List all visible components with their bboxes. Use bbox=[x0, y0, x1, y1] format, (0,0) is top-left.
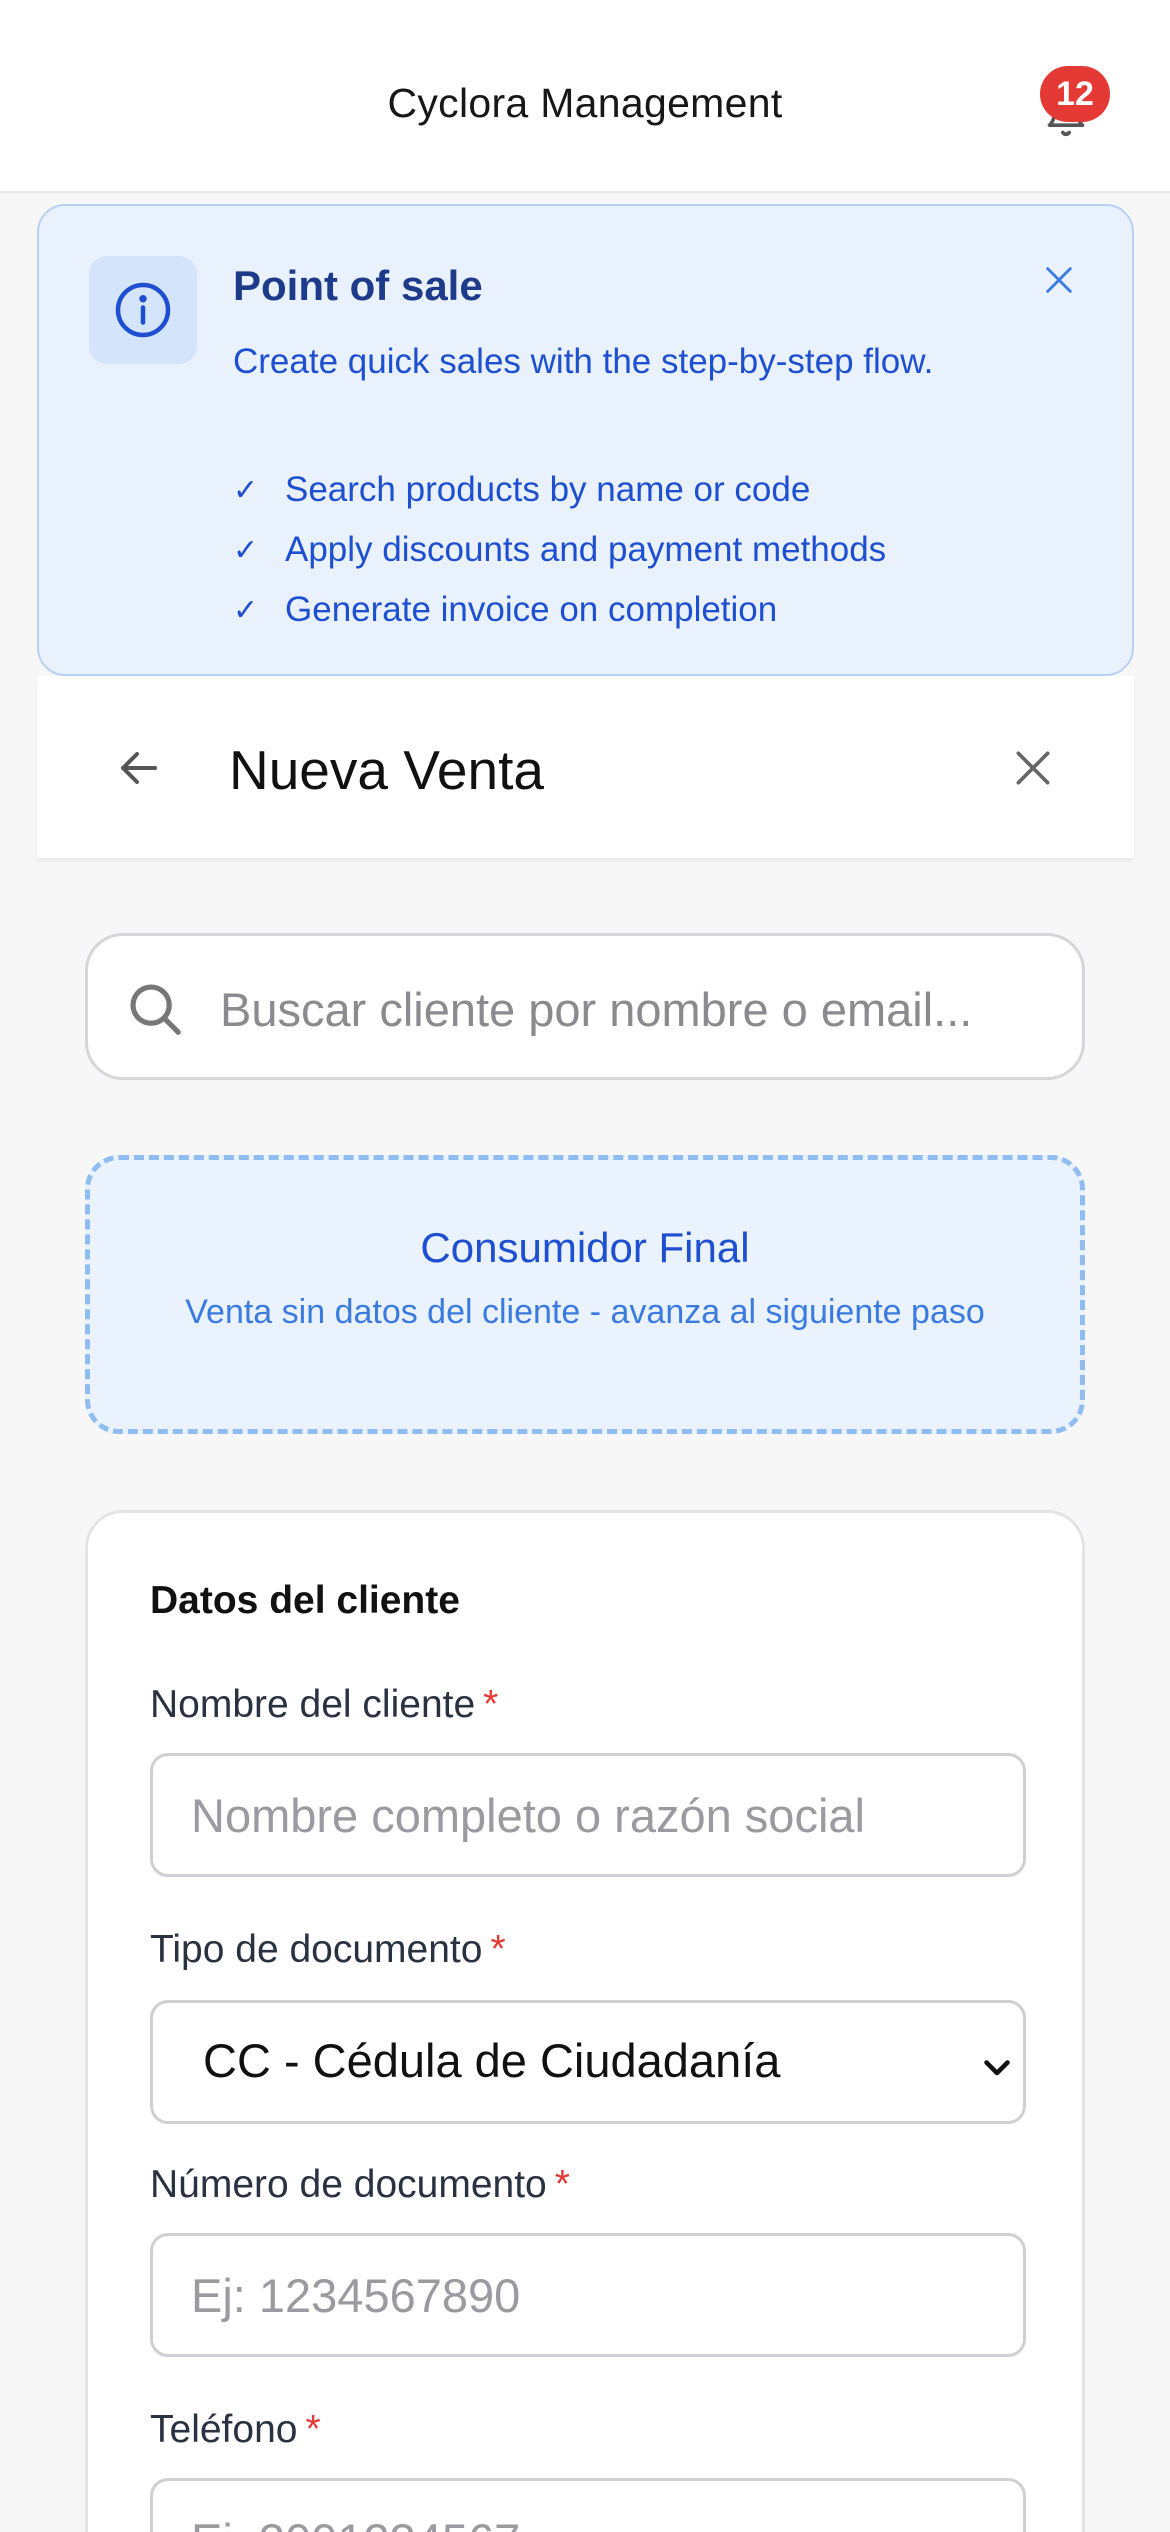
phone-input[interactable] bbox=[150, 2478, 1026, 2532]
doc-type-label: Tipo de documento * bbox=[150, 1928, 506, 1972]
top-bar: Cyclora Management 12 bbox=[0, 0, 1170, 193]
doc-type-value: CC - Cédula de Ciudadanía bbox=[203, 2034, 781, 2087]
notification-badge: 12 bbox=[1040, 66, 1110, 122]
client-name-input[interactable] bbox=[150, 1753, 1026, 1877]
doc-number-input[interactable] bbox=[150, 2233, 1026, 2357]
banner-description: Create quick sales with the step-by-step… bbox=[233, 342, 934, 381]
info-icon-box bbox=[89, 256, 197, 364]
close-icon bbox=[1046, 267, 1072, 293]
client-name-label-text: Nombre del cliente bbox=[150, 1683, 476, 1726]
banner-feature-list: ✓ Search products by name or code ✓ Appl… bbox=[233, 460, 886, 640]
required-mark: * bbox=[483, 1683, 499, 1726]
client-name-label: Nombre del cliente * bbox=[150, 1683, 498, 1727]
back-button[interactable] bbox=[107, 736, 171, 800]
client-data-card: Datos del cliente Nombre del cliente* Ti… bbox=[85, 1510, 1085, 2532]
page-title: Nueva Venta bbox=[229, 739, 544, 801]
check-icon: ✓ bbox=[233, 473, 259, 507]
close-sale-button[interactable] bbox=[1001, 736, 1065, 800]
section-title: Datos del cliente bbox=[150, 1579, 460, 1622]
banner-title: Point of sale bbox=[233, 262, 483, 309]
required-mark: * bbox=[554, 2163, 570, 2206]
app-root: Cyclora Management 12 Point of sale Crea… bbox=[0, 0, 1170, 2532]
chevron-down-icon bbox=[984, 2060, 1010, 2076]
client-search bbox=[85, 933, 1085, 1080]
list-item-label: Generate invoice on completion bbox=[285, 590, 778, 629]
arrow-left-icon bbox=[121, 752, 157, 784]
list-item: ✓ Search products by name or code bbox=[233, 460, 886, 520]
banner-close-button[interactable] bbox=[1037, 258, 1081, 302]
required-mark: * bbox=[490, 1928, 506, 1971]
check-icon: ✓ bbox=[233, 533, 259, 567]
check-icon: ✓ bbox=[233, 593, 259, 627]
app-title: Cyclora Management bbox=[387, 80, 783, 126]
sale-header: Nueva Venta bbox=[37, 676, 1134, 858]
doc-number-label-text: Número de documento bbox=[150, 2163, 547, 2206]
list-item: ✓ Generate invoice on completion bbox=[233, 580, 886, 640]
list-item: ✓ Apply discounts and payment methods bbox=[233, 520, 886, 580]
doc-type-label-text: Tipo de documento bbox=[150, 1928, 483, 1971]
final-consumer-option[interactable]: Consumidor Final Venta sin datos del cli… bbox=[85, 1155, 1085, 1434]
list-item-label: Search products by name or code bbox=[285, 470, 811, 509]
doc-number-label: Número de documento * bbox=[150, 2163, 570, 2207]
search-input[interactable] bbox=[220, 966, 1060, 1052]
list-item-label: Apply discounts and payment methods bbox=[285, 530, 887, 569]
required-mark: * bbox=[305, 2408, 321, 2451]
phone-label-text: Teléfono bbox=[150, 2408, 298, 2451]
info-banner: Point of sale Create quick sales with th… bbox=[37, 204, 1134, 676]
final-consumer-title: Consumidor Final bbox=[420, 1224, 750, 1271]
close-icon bbox=[1016, 751, 1050, 785]
search-icon bbox=[130, 984, 181, 1035]
final-consumer-subtitle: Venta sin datos del cliente - avanza al … bbox=[185, 1293, 985, 1331]
doc-type-select[interactable]: CC - Cédula de Ciudadanía bbox=[150, 2000, 1026, 2124]
phone-label: Teléfono * bbox=[150, 2408, 321, 2452]
info-icon bbox=[115, 282, 171, 338]
